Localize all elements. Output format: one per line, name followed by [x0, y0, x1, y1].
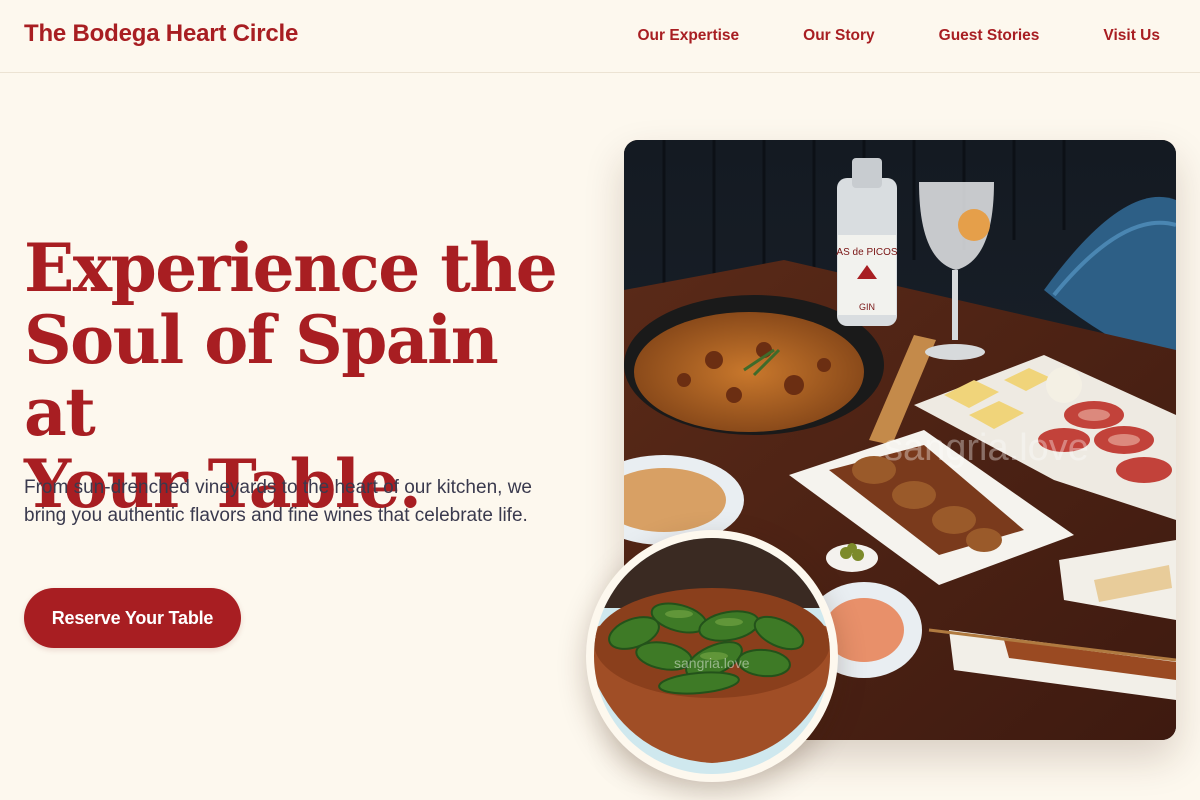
padron-peppers-image: sangria.love [594, 538, 830, 774]
photo-watermark: sangria.love [884, 427, 1089, 469]
hero-title-line: Experience the [24, 229, 558, 307]
bottle-sublabel: GIN [859, 302, 875, 312]
padron-peppers-illustration: sangria.love [594, 538, 830, 774]
nav-link-guest-stories[interactable]: Guest Stories [939, 27, 1040, 45]
bottle-label: AS de PICOS [836, 247, 897, 258]
hero-title-line: Soul of Spain at [24, 301, 499, 451]
site-header: The Bodega Heart Circle Our Expertise Ou… [0, 0, 1200, 73]
nav-link-our-expertise[interactable]: Our Expertise [638, 27, 740, 45]
nav-link-visit-us[interactable]: Visit Us [1103, 27, 1160, 45]
main-nav: Our Expertise Our Story Guest Stories Vi… [638, 27, 1161, 45]
hero-description: From sun-drenched vineyards to the heart… [24, 477, 532, 526]
brand-logo[interactable]: The Bodega Heart Circle [24, 20, 298, 48]
padron-peppers-photo: sangria.love [586, 530, 838, 782]
reserve-table-button[interactable]: Reserve Your Table [24, 588, 241, 648]
nav-link-our-story[interactable]: Our Story [803, 27, 874, 45]
inset-watermark: sangria.love [674, 655, 750, 671]
